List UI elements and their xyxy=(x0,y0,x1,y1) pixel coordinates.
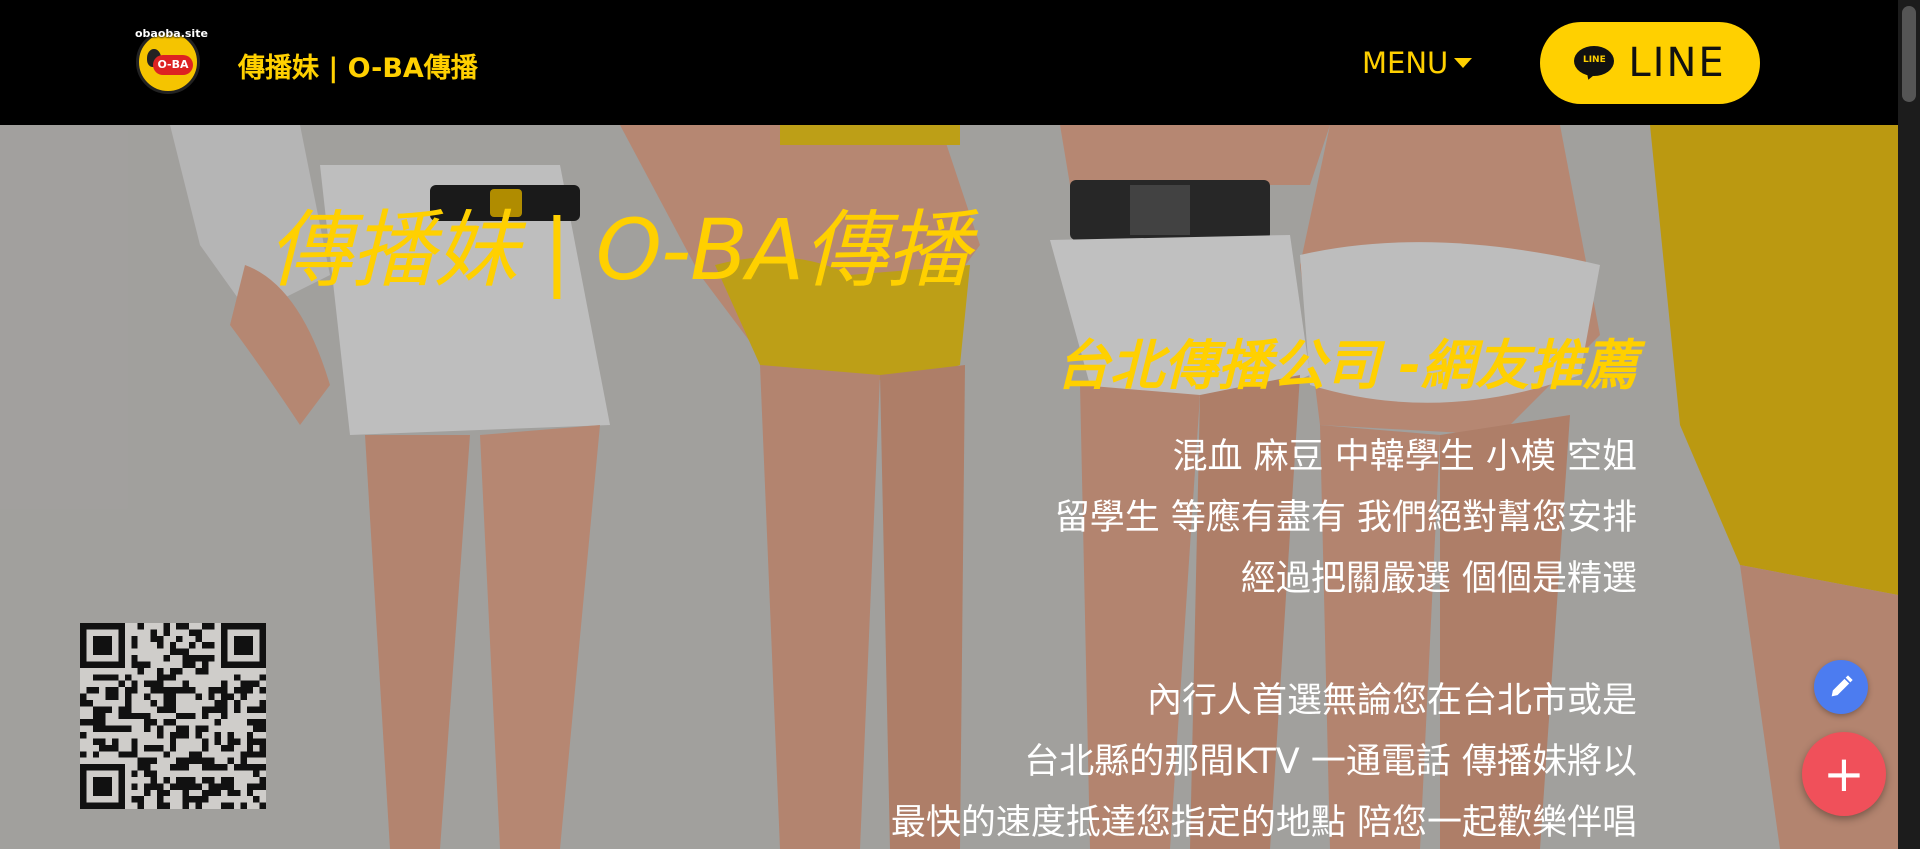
hero-description: 混血 麻豆 中韓學生 小模 空姐 留學生 等應有盡有 我們絕對幫您安排 經過把關… xyxy=(891,427,1637,849)
scrollbar-thumb[interactable] xyxy=(1902,6,1916,102)
logo-badge: O-BA xyxy=(153,55,193,75)
hero-line: 混血 麻豆 中韓學生 小模 空姐 xyxy=(1172,437,1637,477)
site-logo[interactable]: obaoba.site O-BA xyxy=(135,27,208,94)
plus-icon: + xyxy=(1823,745,1865,803)
hero-line: 經過把關嚴選 個個是精選 xyxy=(1240,559,1637,599)
hero-line: 台北縣的那間KTV 一通電話 傳播妹將以 xyxy=(1024,742,1637,782)
line-button-label: LINE xyxy=(1628,40,1726,86)
edit-button[interactable] xyxy=(1814,660,1868,714)
line-chat-icon: LINE xyxy=(1574,46,1615,82)
add-button[interactable]: + xyxy=(1802,732,1886,816)
pencil-icon xyxy=(1831,675,1853,697)
page-scrollbar[interactable] xyxy=(1898,0,1920,849)
brand-title[interactable]: 傳播妹 | O-BA傳播 xyxy=(238,46,478,85)
hero-line: 最快的速度抵達您指定的地點 陪您一起歡樂伴唱 xyxy=(890,803,1637,843)
hero-banner: 傳播妹 | O-BA傳播 台北傳播公司 -網友推薦 混血 麻豆 中韓學生 小模 … xyxy=(0,125,1898,849)
caret-down-icon xyxy=(1454,58,1473,68)
hero-line: 內行人首選無論您在台北市或是 xyxy=(1146,681,1637,721)
hero-title: 傳播妹 | O-BA傳播 xyxy=(268,201,970,299)
site-header: obaoba.site O-BA 傳播妹 | O-BA傳播 MENU LINE … xyxy=(0,0,1898,125)
menu-label: MENU xyxy=(1362,46,1449,80)
line-contact-button[interactable]: LINE LINE xyxy=(1540,22,1760,104)
menu-dropdown-button[interactable]: MENU xyxy=(1362,46,1473,80)
logo-text: obaoba.site xyxy=(135,27,208,40)
hero-subtitle: 台北傳播公司 -網友推薦 xyxy=(1055,334,1637,397)
qr-code[interactable] xyxy=(80,623,266,809)
hero-line: 留學生 等應有盡有 我們絕對幫您安排 xyxy=(1054,498,1637,538)
